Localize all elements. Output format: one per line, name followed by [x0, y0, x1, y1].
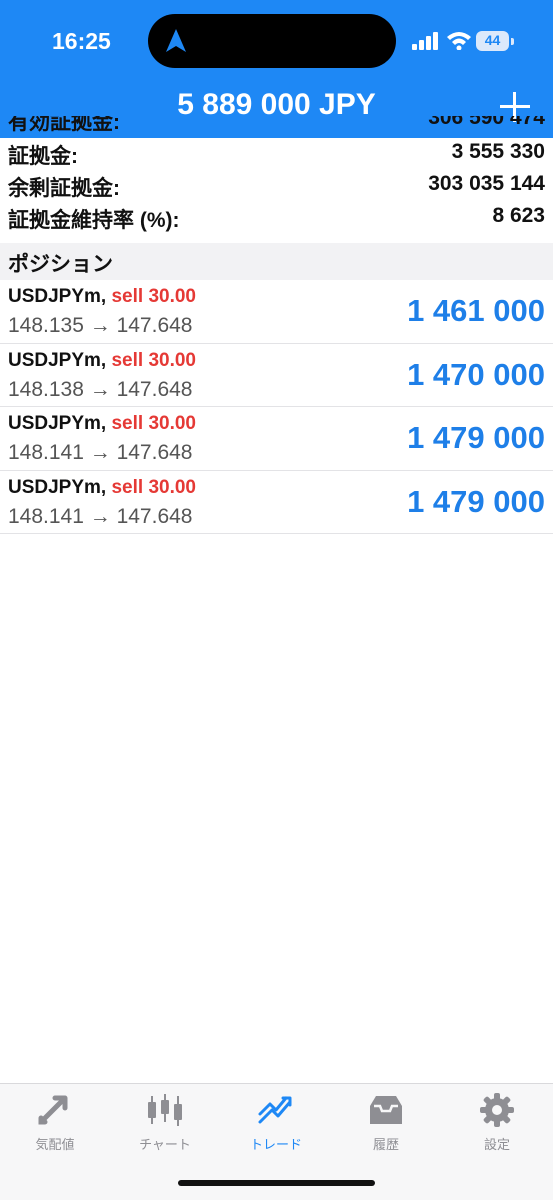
position-row[interactable]: USDJPYm, sell 30.00 148.141 → 147.648 1 … — [0, 471, 553, 534]
position-prices: 148.135 → 147.648 — [8, 314, 193, 337]
position-row[interactable]: USDJPYm, sell 30.00 148.141 → 147.648 1 … — [0, 407, 553, 471]
section-title: ポジション — [8, 253, 113, 276]
status-time: 16:25 — [52, 28, 111, 54]
account-summary: 有効証拠金: 306 590 474 証拠金: 3 555 330 余剰証拠金:… — [0, 116, 553, 234]
position-symbol: USDJPYm, — [8, 413, 107, 434]
quotes-arrows-icon — [38, 1095, 68, 1125]
position-side: sell 30.00 — [111, 476, 197, 498]
trade-trend-icon — [258, 1096, 292, 1124]
tab-history[interactable]: 履歴 — [331, 1092, 441, 1152]
tab-quotes[interactable]: 気配値 — [0, 1092, 110, 1152]
position-row[interactable]: USDJPYm, sell 30.00 148.138 → 147.648 1 … — [0, 344, 553, 407]
wifi-icon — [447, 32, 471, 50]
position-profit: 1 479 000 — [407, 420, 545, 455]
positions-list: USDJPYm, sell 30.00 148.135 → 147.648 1 … — [0, 280, 553, 534]
positions-section-header: ポジション — [0, 243, 553, 280]
position-symbol: USDJPYm, — [8, 349, 107, 371]
location-arrow-icon — [166, 29, 186, 52]
tab-trade[interactable]: トレード — [221, 1092, 331, 1152]
summary-row-margin-level: 証拠金維持率 (%): 8 623 — [8, 204, 545, 232]
position-profit: 1 479 000 — [407, 483, 545, 519]
position-side: sell 30.00 — [111, 349, 197, 371]
position-row[interactable]: USDJPYm, sell 30.00 148.135 → 147.648 1 … — [0, 280, 553, 344]
candlestick-chart-icon — [148, 1094, 182, 1126]
tab-settings[interactable]: 設定 — [442, 1092, 552, 1152]
summary-row-free-margin: 余剰証拠金: 303 035 144 — [8, 172, 545, 200]
position-side: sell 30.00 — [111, 286, 197, 307]
position-profit: 1 470 000 — [407, 356, 545, 392]
cellular-signal-icon — [412, 32, 438, 50]
position-prices: 148.141 → 147.648 — [8, 504, 193, 528]
battery-indicator: 44 — [476, 31, 514, 51]
settings-gear-icon — [480, 1093, 514, 1127]
tab-chart[interactable]: チャート — [110, 1092, 220, 1152]
position-profit: 1 461 000 — [407, 293, 545, 328]
battery-level: 44 — [484, 32, 501, 48]
position-symbol: USDJPYm, — [8, 476, 107, 498]
position-prices: 148.138 → 147.648 — [8, 377, 193, 401]
dynamic-island — [148, 14, 396, 68]
position-side: sell 30.00 — [111, 413, 197, 434]
position-prices: 148.141 → 147.648 — [8, 441, 193, 464]
home-indicator — [178, 1180, 375, 1186]
position-symbol: USDJPYm, — [8, 286, 107, 307]
summary-row-equity: 有効証拠金: 306 590 474 — [8, 116, 545, 134]
summary-row-margin: 証拠金: 3 555 330 — [8, 140, 545, 168]
history-inbox-icon — [370, 1096, 402, 1124]
